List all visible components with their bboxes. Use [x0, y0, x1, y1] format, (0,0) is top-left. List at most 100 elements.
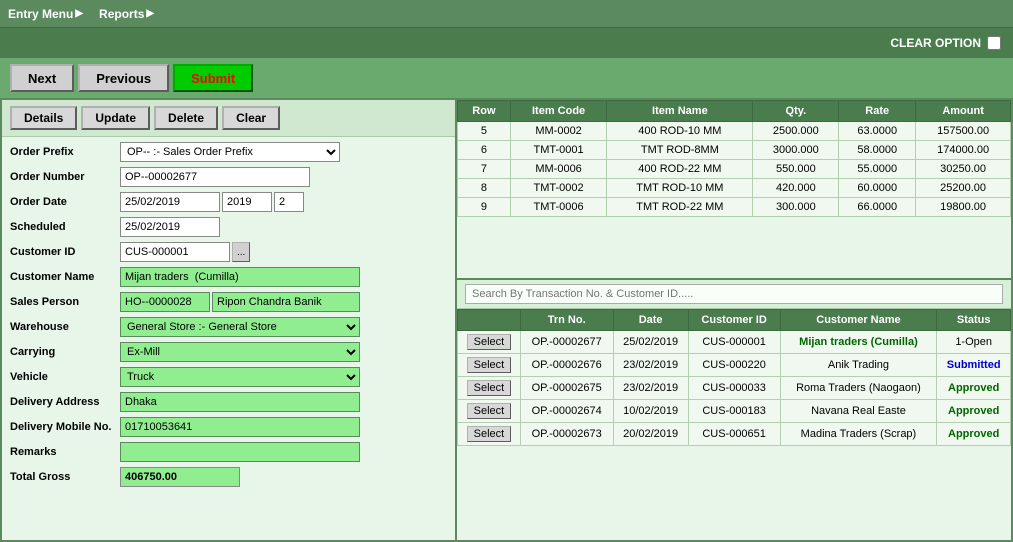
- select-button[interactable]: Select: [467, 334, 512, 350]
- item-amount: 30250.00: [916, 160, 1011, 179]
- details-button[interactable]: Details: [10, 106, 77, 130]
- order-prefix-select[interactable]: OP-- :- Sales Order Prefix: [120, 142, 340, 162]
- item-name: TMT ROD-22 MM: [607, 198, 753, 217]
- clear-button[interactable]: Clear: [222, 106, 280, 130]
- submit-button[interactable]: Submit: [173, 64, 253, 92]
- delivery-address-row: Delivery Address: [10, 391, 447, 413]
- item-rate: 66.0000: [839, 198, 916, 217]
- order-date-num-input[interactable]: [274, 192, 304, 212]
- clear-option-checkbox[interactable]: [987, 36, 1001, 50]
- warehouse-select[interactable]: General Store :- General Store: [120, 317, 360, 337]
- table-row: 7 MM-0006 400 ROD-22 MM 550.000 55.0000 …: [458, 160, 1011, 179]
- order-prefix-label: Order Prefix: [10, 146, 120, 158]
- item-qty: 420.000: [753, 179, 839, 198]
- item-code: TMT-0001: [510, 141, 607, 160]
- reports-menu-arrow: ▶: [146, 8, 154, 19]
- sales-person-label: Sales Person: [10, 296, 120, 308]
- sales-person-code-input[interactable]: [120, 292, 210, 312]
- trn-number: OP.-00002673: [520, 423, 613, 446]
- item-name: 400 ROD-10 MM: [607, 122, 753, 141]
- order-date-year-input[interactable]: [222, 192, 272, 212]
- search-bar: [457, 280, 1011, 309]
- vehicle-select[interactable]: Truck: [120, 367, 360, 387]
- delivery-address-input[interactable]: [120, 392, 360, 412]
- entry-menu-label: Entry Menu: [8, 7, 73, 21]
- trn-cust-name: Navana Real Easte: [780, 400, 937, 423]
- previous-button[interactable]: Previous: [78, 64, 169, 92]
- right-panel: Row Item Code Item Name Qty. Rate Amount…: [457, 100, 1011, 540]
- form-section: Order Prefix OP-- :- Sales Order Prefix …: [2, 137, 455, 495]
- select-button[interactable]: Select: [467, 380, 512, 396]
- delivery-mobile-input[interactable]: [120, 417, 360, 437]
- trn-number: OP.-00002676: [520, 354, 613, 377]
- entry-menu-arrow: ▶: [75, 8, 83, 19]
- trn-cust-name: Mijan traders (Cumilla): [780, 331, 937, 354]
- carrying-row: Carrying Ex-Mill: [10, 341, 447, 363]
- order-number-label: Order Number: [10, 171, 120, 183]
- transactions-container: Trn No. Date Customer ID Customer Name S…: [457, 309, 1011, 540]
- trn-cust-name: Roma Traders (Naogaon): [780, 377, 937, 400]
- items-col-amount: Amount: [916, 101, 1011, 122]
- trn-date: 20/02/2019: [613, 423, 688, 446]
- table-row: 6 TMT-0001 TMT ROD-8MM 3000.000 58.0000 …: [458, 141, 1011, 160]
- customer-browse-button[interactable]: ...: [232, 242, 250, 262]
- table-row: 5 MM-0002 400 ROD-10 MM 2500.000 63.0000…: [458, 122, 1011, 141]
- items-table: Row Item Code Item Name Qty. Rate Amount…: [457, 100, 1011, 217]
- item-amount: 174000.00: [916, 141, 1011, 160]
- reports-menu-label: Reports: [99, 7, 144, 21]
- clear-option-bar: CLEAR OPTION: [0, 28, 1013, 58]
- nav-bar: Next Previous Submit: [0, 58, 1013, 98]
- trn-status: Approved: [937, 377, 1011, 400]
- trn-date: 10/02/2019: [613, 400, 688, 423]
- trn-date: 25/02/2019: [613, 331, 688, 354]
- delivery-mobile-label: Delivery Mobile No.: [10, 421, 120, 433]
- transactions-table: Trn No. Date Customer ID Customer Name S…: [457, 309, 1011, 446]
- scheduled-row: Scheduled: [10, 216, 447, 238]
- warehouse-label: Warehouse: [10, 321, 120, 333]
- item-amount: 157500.00: [916, 122, 1011, 141]
- items-col-row: Row: [458, 101, 511, 122]
- trn-col-select: [458, 310, 521, 331]
- item-row-num: 6: [458, 141, 511, 160]
- trn-status: Submitted: [937, 354, 1011, 377]
- item-rate: 55.0000: [839, 160, 916, 179]
- reports-menu-item[interactable]: Reports ▶: [99, 7, 154, 21]
- carrying-select[interactable]: Ex-Mill: [120, 342, 360, 362]
- clear-option-label: CLEAR OPTION: [890, 36, 981, 50]
- select-button[interactable]: Select: [467, 426, 512, 442]
- action-buttons-row: Details Update Delete Clear: [2, 100, 455, 137]
- order-number-input[interactable]: [120, 167, 310, 187]
- next-button[interactable]: Next: [10, 64, 74, 92]
- list-item: Select OP.-00002676 23/02/2019 CUS-00022…: [458, 354, 1011, 377]
- total-gross-row: Total Gross: [10, 466, 447, 488]
- search-input[interactable]: [465, 284, 1003, 304]
- order-date-label: Order Date: [10, 196, 120, 208]
- list-item: Select OP.-00002673 20/02/2019 CUS-00065…: [458, 423, 1011, 446]
- order-number-row: Order Number: [10, 166, 447, 188]
- trn-col-date: Date: [613, 310, 688, 331]
- delivery-mobile-row: Delivery Mobile No.: [10, 416, 447, 438]
- update-button[interactable]: Update: [81, 106, 150, 130]
- trn-cust-id: CUS-000033: [688, 377, 780, 400]
- sales-person-name-input[interactable]: [212, 292, 360, 312]
- customer-name-row: Customer Name: [10, 266, 447, 288]
- select-button[interactable]: Select: [467, 357, 512, 373]
- customer-id-input[interactable]: [120, 242, 230, 262]
- customer-name-label: Customer Name: [10, 271, 120, 283]
- scheduled-input[interactable]: [120, 217, 220, 237]
- entry-menu-item[interactable]: Entry Menu ▶: [8, 7, 83, 21]
- order-date-input[interactable]: [120, 192, 220, 212]
- items-col-rate: Rate: [839, 101, 916, 122]
- trn-cust-id: CUS-000183: [688, 400, 780, 423]
- total-gross-input[interactable]: [120, 467, 240, 487]
- item-code: MM-0006: [510, 160, 607, 179]
- item-code: TMT-0002: [510, 179, 607, 198]
- menu-bar: Entry Menu ▶ Reports ▶: [0, 0, 1013, 28]
- delete-button[interactable]: Delete: [154, 106, 218, 130]
- select-button[interactable]: Select: [467, 403, 512, 419]
- item-qty: 550.000: [753, 160, 839, 179]
- remarks-input[interactable]: [120, 442, 360, 462]
- customer-id-row: Customer ID ...: [10, 241, 447, 263]
- items-table-container: Row Item Code Item Name Qty. Rate Amount…: [457, 100, 1011, 280]
- customer-name-input[interactable]: [120, 267, 360, 287]
